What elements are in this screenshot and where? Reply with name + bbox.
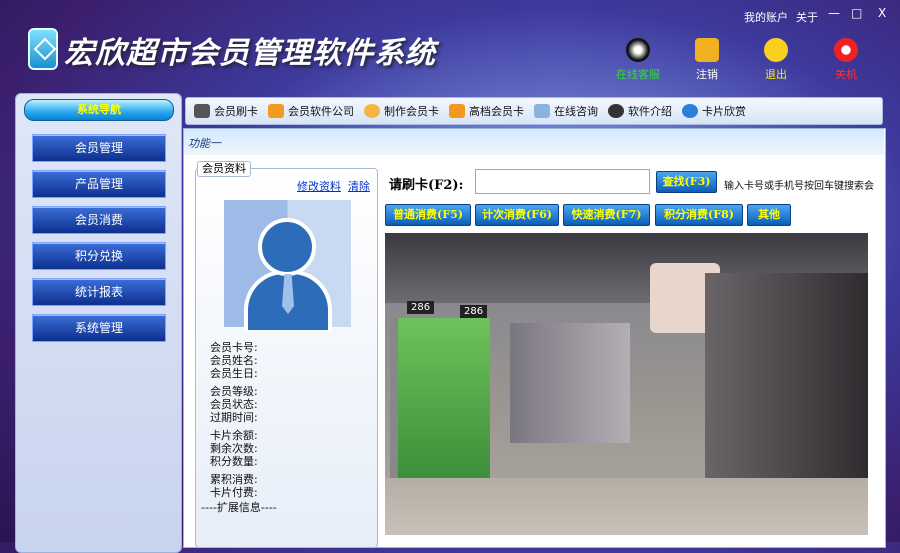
tool-premium-card[interactable]: 高档会员卡 [449,103,524,119]
tool-label: 卡片欣赏 [702,105,746,118]
company-icon [268,104,284,118]
premium-icon [449,104,465,118]
count-consume-button[interactable]: 计次消费(F6) [475,204,559,226]
function-title: 功能一 [184,129,884,155]
power-icon [834,38,858,62]
nav-system-management[interactable]: 系统管理 [32,314,166,342]
card-reader-icon [194,104,210,118]
tool-label: 高档会员卡 [469,105,524,118]
other-button[interactable]: 其他 [747,204,791,226]
qq-penguin-icon [626,38,650,62]
nav-member-management[interactable]: 会员管理 [32,134,166,162]
maximize-button[interactable]: □ [851,6,862,20]
logout-label: 注销 [696,68,718,81]
normal-consume-button[interactable]: 普通消费(F5) [385,204,471,226]
lock-icon [695,38,719,62]
tool-make-card[interactable]: 制作会员卡 [364,103,439,119]
field-points: 积分数量: [210,455,258,468]
price-tag: 286 [407,301,435,314]
disc-icon [608,104,624,118]
close-button[interactable]: X [878,6,886,20]
toolbar: 会员刷卡 会员软件公司 制作会员卡 高档会员卡 在线咨询 软件介绍 卡片欣赏 [185,97,883,125]
field-status: 会员状态: [210,398,258,411]
tool-card-gallery[interactable]: 卡片欣赏 [682,103,746,119]
exit-label: 退出 [765,68,787,81]
tool-label: 制作会员卡 [384,105,439,118]
tool-label: 会员刷卡 [214,105,258,118]
field-card-no: 会员卡号: [210,341,258,354]
running-man-icon [764,38,788,62]
my-account-link[interactable]: 我的账户 [744,9,788,25]
tool-swipe-card[interactable]: 会员刷卡 [194,103,258,119]
card-input[interactable] [475,169,650,194]
refresh-icon [364,104,380,118]
price-tag: 286 [460,305,488,318]
field-name: 会员姓名: [210,354,258,367]
search-hint: 输入卡号或手机号按回车键搜索会 [724,181,874,192]
field-expiry: 过期时间: [210,411,258,424]
gallery-icon [682,104,698,118]
tool-label: 在线咨询 [554,105,598,118]
field-total-spent: 累积消费: [210,473,258,486]
quick-consume-button[interactable]: 快速消费(F7) [563,204,650,226]
logout-button[interactable]: 注销 [682,38,732,82]
tool-software-intro[interactable]: 软件介绍 [608,103,672,119]
tool-label: 软件介绍 [628,105,672,118]
online-service-label: 在线客服 [616,68,660,81]
app-logo-icon [28,28,58,70]
points-consume-button[interactable]: 积分消费(F8) [655,204,743,226]
tool-software-company[interactable]: 会员软件公司 [268,103,354,119]
edit-profile-link[interactable]: 修改资料 [297,178,341,194]
tool-label: 会员软件公司 [288,105,354,118]
shutdown-label: 关机 [835,68,857,81]
field-level: 会员等级: [210,385,258,398]
nav-member-consumption[interactable]: 会员消费 [32,206,166,234]
shutdown-button[interactable]: 关机 [821,38,871,82]
field-card-fee: 卡片付费: [210,486,258,499]
exit-button[interactable]: 退出 [751,38,801,82]
clear-link[interactable]: 清除 [348,178,370,194]
nav-header: 系统导航 [24,99,174,121]
field-remaining-times: 剩余次数: [210,442,258,455]
app-title: 宏欣超市会员管理软件系统 [64,36,436,71]
about-link[interactable]: 关于 [796,9,818,25]
card-label: 请刷卡(F2): [389,178,464,193]
member-avatar [224,200,351,330]
mail-icon [534,104,550,118]
minimize-button[interactable]: — [828,6,840,20]
nav-statistics-report[interactable]: 统计报表 [32,278,166,306]
extended-info-divider: ----扩展信息---- [201,501,277,514]
tool-online-consult[interactable]: 在线咨询 [534,103,598,119]
supermarket-photo: 286 286 [385,233,868,535]
search-button[interactable]: 查找(F3) [656,171,717,193]
field-birthday: 会员生日: [210,367,258,380]
nav-product-management[interactable]: 产品管理 [32,170,166,198]
online-service-button[interactable]: 在线客服 [613,38,663,82]
member-panel-legend: 会员资料 [197,161,251,177]
field-balance: 卡片余额: [210,429,258,442]
nav-points-exchange[interactable]: 积分兑换 [32,242,166,270]
